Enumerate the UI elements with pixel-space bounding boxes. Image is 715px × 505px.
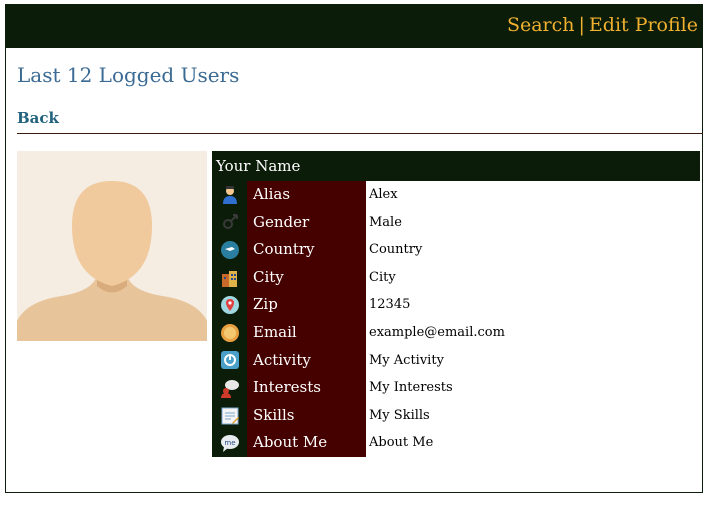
profile-label: Activity xyxy=(247,346,366,375)
speech-bubble-icon: me xyxy=(220,435,239,453)
interests-icon xyxy=(220,379,239,398)
user-icon xyxy=(222,185,237,204)
profile-label: Country xyxy=(247,236,366,264)
profile-row-country: Country Country xyxy=(212,236,700,264)
gender-icon xyxy=(222,214,238,230)
globe-icon xyxy=(220,240,239,259)
email-icon xyxy=(220,323,239,342)
top-nav: Search | Edit Profile xyxy=(507,14,698,36)
row-icon-cell: me xyxy=(212,429,247,457)
row-icon-cell xyxy=(212,401,247,430)
location-pin-icon xyxy=(220,296,239,315)
profile-row-interests: Interests My Interests xyxy=(212,374,700,402)
profile-label: Skills xyxy=(247,401,366,430)
profile-label: About Me xyxy=(247,429,366,457)
row-icon-cell xyxy=(212,374,247,402)
profile-value: My Activity xyxy=(369,352,444,368)
avatar xyxy=(17,151,207,341)
profile-value: Male xyxy=(369,214,402,230)
nav-separator: | xyxy=(578,14,585,36)
row-icon-cell xyxy=(212,208,247,237)
row-icon-cell xyxy=(212,291,247,319)
skills-icon xyxy=(221,407,239,425)
page-frame: Search | Edit Profile Last 12 Logged Users… xyxy=(5,4,703,493)
search-link[interactable]: Search xyxy=(507,14,575,36)
page-title: Last 12 Logged Users xyxy=(17,63,240,87)
profile-label: Gender xyxy=(247,208,366,237)
row-icon-cell xyxy=(212,236,247,264)
divider xyxy=(17,133,703,134)
profile-value: City xyxy=(369,269,396,285)
activity-icon xyxy=(220,351,239,370)
profile-value: example@email.com xyxy=(369,324,505,340)
row-icon-cell xyxy=(212,346,247,375)
profile-name-header: Your Name xyxy=(212,151,700,181)
profile-label: City xyxy=(247,263,366,292)
avatar-placeholder-icon xyxy=(17,151,207,341)
edit-profile-link[interactable]: Edit Profile xyxy=(589,14,698,36)
profile-row-city: City City xyxy=(212,263,700,292)
profile-value: My Skills xyxy=(369,407,430,423)
profile-row-gender: Gender Male xyxy=(212,208,700,237)
profile-value: Country xyxy=(369,242,423,258)
profile-row-zip: Zip 12345 xyxy=(212,291,700,319)
profile-label: Interests xyxy=(247,374,366,402)
profile-row-activity: Activity My Activity xyxy=(212,346,700,375)
profile-row-alias: Alias Alex xyxy=(212,181,700,209)
profile-row-about-me: me About Me About Me xyxy=(212,429,700,457)
row-icon-cell xyxy=(212,181,247,209)
profile-row-skills: Skills My Skills xyxy=(212,401,700,430)
profile-label: Zip xyxy=(247,291,366,319)
profile-label: Alias xyxy=(247,181,366,209)
row-icon-cell xyxy=(212,318,247,347)
profile-table: Your Name Alias Alex Gender Male Country… xyxy=(212,151,700,457)
city-icon xyxy=(221,270,237,287)
profile-label: Email xyxy=(247,318,366,347)
profile-row-email: Email example@email.com xyxy=(212,318,700,347)
profile-value: About Me xyxy=(369,435,434,451)
profile-value: My Interests xyxy=(369,380,453,396)
svg-text:me: me xyxy=(224,439,235,447)
back-link[interactable]: Back xyxy=(17,109,59,127)
profile-value: Alex xyxy=(369,187,398,202)
row-icon-cell xyxy=(212,263,247,292)
profile-value: 12345 xyxy=(369,297,411,313)
top-bar: Search | Edit Profile xyxy=(6,5,702,48)
